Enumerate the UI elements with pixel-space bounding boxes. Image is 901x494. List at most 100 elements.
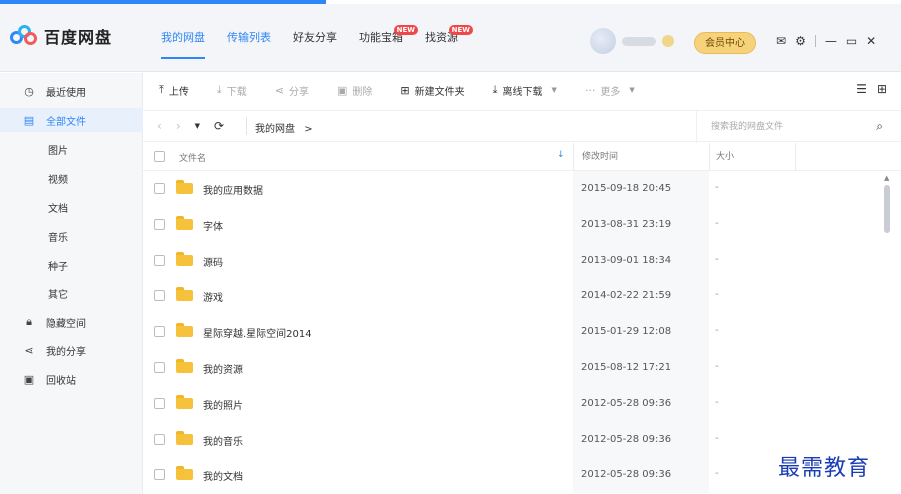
view-controls: ☰ ⊞ <box>856 82 887 96</box>
search-icon[interactable]: ⌕ <box>876 119 883 134</box>
sidebar-item-videos[interactable]: 视频 <box>0 166 143 190</box>
file-size: - <box>715 325 719 337</box>
file-name[interactable]: 我的音乐 <box>203 433 243 448</box>
folder-icon <box>176 466 193 481</box>
select-all-checkbox[interactable] <box>154 151 165 162</box>
folder-icon <box>176 394 193 409</box>
file-modified: 2015-09-18 20:45 <box>573 182 709 196</box>
tab-my-disk[interactable]: 我的网盘 <box>150 4 216 72</box>
download-icon: ⤓ <box>216 83 222 96</box>
file-name[interactable]: 字体 <box>203 218 223 233</box>
table-row[interactable]: 我的资源 2015-08-12 17:21 - <box>143 350 878 386</box>
sidebar-item-all-files[interactable]: ▤ 全部文件 <box>0 108 143 132</box>
breadcrumb-item[interactable]: 我的网盘 <box>255 124 295 135</box>
folder-icon <box>176 287 193 302</box>
table-row[interactable]: 我的照片 2012-05-28 09:36 - <box>143 385 878 422</box>
settings-icon[interactable]: ⚙ <box>795 34 806 48</box>
breadcrumb[interactable]: 我的网盘 > <box>255 120 313 135</box>
folder-icon <box>176 359 193 373</box>
table-row[interactable]: 我的应用数据 2015-09-18 20:45 - <box>143 171 878 207</box>
file-name[interactable]: 我的资源 <box>203 361 243 376</box>
table-row[interactable]: 我的音乐 2012-05-28 09:36 - <box>143 421 878 458</box>
trash-icon: ▣ <box>23 372 35 386</box>
app-logo[interactable]: 百度网盘 <box>10 24 112 48</box>
app-header: 百度网盘 我的网盘 传输列表 好友分享 功能宝箱 NEW 找资源 NEW 会员中… <box>0 4 901 72</box>
tab-feature-box[interactable]: 功能宝箱 NEW <box>348 4 418 72</box>
user-area[interactable] <box>590 28 674 54</box>
scroll-up-icon[interactable]: ▲ <box>884 174 889 182</box>
sidebar-item-recycle-bin[interactable]: ▣ 回收站 <box>0 367 143 391</box>
chevron-down-icon: ▼ <box>551 86 557 94</box>
row-checkbox[interactable] <box>154 362 165 373</box>
new-folder-button[interactable]: ⊞ 新建文件夹 <box>400 83 464 98</box>
dropdown-icon[interactable]: ▼ <box>195 122 200 130</box>
file-name[interactable]: 游戏 <box>203 289 223 304</box>
row-checkbox[interactable] <box>154 218 165 230</box>
refresh-icon[interactable]: ⟳ <box>214 119 224 133</box>
row-checkbox[interactable] <box>154 290 165 302</box>
table-row[interactable]: 星际穿越.星际空间2014 2015-01-29 12:08 - <box>143 314 878 350</box>
forward-icon[interactable]: › <box>176 119 181 133</box>
file-name[interactable]: 星际穿越.星际空间2014 <box>203 325 312 340</box>
file-size: - <box>715 432 719 444</box>
mail-icon[interactable]: ✉ <box>776 34 786 48</box>
row-checkbox[interactable] <box>154 254 165 266</box>
sidebar-item-other[interactable]: 其它 <box>0 281 143 305</box>
scrollbar[interactable]: ▲ <box>880 171 894 494</box>
scrollbar-thumb[interactable] <box>884 185 890 233</box>
column-header-name[interactable]: 文件名 <box>179 151 206 164</box>
share-button[interactable]: ⋖ 分享 <box>275 83 309 98</box>
column-header-modified[interactable]: 修改时间 <box>573 143 709 171</box>
tab-find-resources[interactable]: 找资源 NEW <box>414 4 473 72</box>
offline-download-label: 离线下载 <box>502 86 543 98</box>
clock-icon: ◷ <box>24 84 34 98</box>
delete-button[interactable]: ▣ 删除 <box>337 83 372 98</box>
table-row[interactable]: 源码 2013-09-01 18:34 - <box>143 242 878 279</box>
sort-list-icon[interactable]: ☰ <box>856 82 867 96</box>
sidebar-item-music[interactable]: 音乐 <box>0 224 143 248</box>
row-checkbox[interactable] <box>154 326 165 338</box>
tab-transfer-list[interactable]: 传输列表 <box>216 4 282 72</box>
upload-label: 上传 <box>168 86 189 98</box>
sort-down-icon[interactable]: ↓ <box>557 150 565 160</box>
sidebar-item-hidden-space[interactable]: 🔒︎ 隐藏空间 <box>0 310 143 334</box>
more-icon: ··· <box>584 83 596 97</box>
sidebar-item-torrents[interactable]: 种子 <box>0 253 143 277</box>
sidebar-item-label: 全部文件 <box>46 116 86 128</box>
upload-button[interactable]: ⤒ 上传 <box>159 83 189 98</box>
minimize-icon[interactable]: — <box>825 34 837 48</box>
download-label: 下载 <box>226 86 247 98</box>
download-button[interactable]: ⤓ 下载 <box>217 83 247 98</box>
file-name[interactable]: 我的文档 <box>203 468 243 483</box>
table-row[interactable]: 我的文档 2012-05-28 09:36 - <box>143 457 878 494</box>
grid-view-icon[interactable]: ⊞ <box>877 82 887 96</box>
tab-friend-share[interactable]: 好友分享 <box>282 4 348 72</box>
share-label: 分享 <box>288 86 309 98</box>
sidebar-item-images[interactable]: 图片 <box>0 137 143 161</box>
file-name[interactable]: 我的照片 <box>203 397 243 412</box>
sidebar-item-label: 回收站 <box>46 375 76 387</box>
sidebar-item-recent[interactable]: ◷ 最近使用 <box>0 79 143 103</box>
search-input[interactable] <box>711 119 861 135</box>
more-button[interactable]: ··· 更多 ▼ <box>585 83 635 98</box>
member-center-button[interactable]: 会员中心 <box>694 32 756 54</box>
table-row[interactable]: 游戏 2014-02-22 21:59 - <box>143 278 878 315</box>
offline-download-button[interactable]: ⤓ 离线下载 ▼ <box>493 83 557 98</box>
avatar[interactable] <box>590 28 616 54</box>
row-checkbox[interactable] <box>154 183 165 194</box>
row-checkbox[interactable] <box>154 397 165 409</box>
row-checkbox[interactable] <box>154 469 165 481</box>
column-header-size[interactable]: 大小 <box>709 143 795 171</box>
table-row[interactable]: 字体 2013-08-31 23:19 - <box>143 206 878 243</box>
sidebar-item-my-shares[interactable]: ⋖ 我的分享 <box>0 338 143 362</box>
file-name[interactable]: 我的应用数据 <box>203 182 263 197</box>
back-icon[interactable]: ‹ <box>157 119 162 133</box>
maximize-icon[interactable]: ▭ <box>846 34 857 48</box>
divider <box>814 35 816 47</box>
row-checkbox[interactable] <box>154 433 165 445</box>
new-folder-icon: ⊞ <box>400 83 410 97</box>
close-icon[interactable]: ✕ <box>866 34 876 48</box>
address-bar: ‹ › ▼ ⟳ 我的网盘 > ⌕ <box>143 110 901 143</box>
file-name[interactable]: 源码 <box>203 254 223 269</box>
sidebar-item-docs[interactable]: 文档 <box>0 195 143 219</box>
